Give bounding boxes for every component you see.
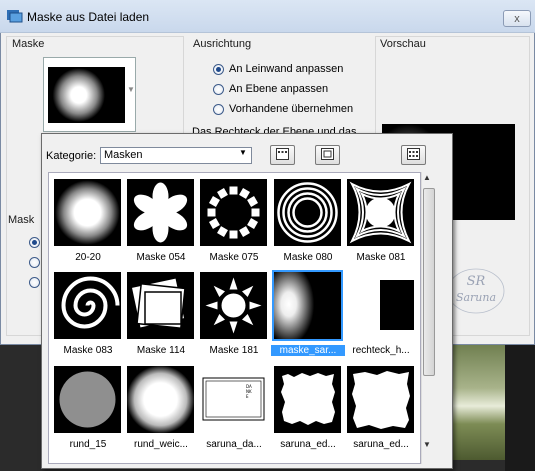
mask-item-label: Maske 080 — [283, 252, 333, 263]
concentric-circles-icon — [274, 179, 341, 246]
radio-fit-layer[interactable] — [213, 84, 224, 95]
flower-icon — [127, 179, 194, 246]
radio-fit-layer-label: An Ebene anpassen — [229, 83, 329, 95]
scroll-thumb[interactable] — [423, 188, 435, 376]
category-dropdown[interactable]: Masken — [100, 147, 252, 164]
gradient-blur-icon — [274, 272, 341, 339]
mask-item-label: 20-20 — [75, 252, 101, 263]
soft-circle-icon — [127, 366, 194, 433]
stacked-frames-icon — [127, 272, 194, 339]
sun-icon — [200, 272, 267, 339]
mask-item-label: saruna_ed... — [280, 439, 336, 450]
scroll-up-icon[interactable]: ▲ — [423, 173, 431, 182]
mask-item-075[interactable]: Maske 075 — [200, 179, 270, 272]
ornamental-frame-icon — [347, 179, 414, 246]
background-photo — [448, 340, 510, 460]
background-dark-area — [505, 340, 535, 471]
app-icon — [7, 9, 23, 23]
close-icon: x — [514, 12, 520, 25]
mask-item-083[interactable]: Maske 083 — [54, 272, 124, 365]
radio-fit-canvas[interactable] — [213, 64, 224, 75]
rough-edge-icon — [274, 366, 341, 433]
mask-item-label: Maske 075 — [209, 252, 259, 263]
view-details-button[interactable] — [315, 145, 340, 165]
mask-item-081[interactable]: Maske 081 — [347, 179, 417, 272]
rectangle-icon — [347, 272, 414, 339]
mask-item-114[interactable]: Maske 114 — [127, 272, 197, 365]
chevron-down-icon[interactable]: ▼ — [239, 148, 247, 157]
mask-item-label: Maske 083 — [63, 345, 113, 356]
preview-group-label: Vorschau — [380, 38, 426, 50]
watermark-logo: SR Saruna — [446, 266, 506, 316]
close-button[interactable]: x — [503, 10, 531, 27]
watermark-initials: SR — [466, 274, 486, 289]
mask-item-label: rechteck_h... — [352, 345, 410, 356]
gray-circle-icon — [54, 366, 121, 433]
list-icon — [407, 147, 420, 163]
mask-item-label: Maske 181 — [209, 345, 259, 356]
view-thumbnails-button[interactable] — [270, 145, 295, 165]
mask-item-saruna-edge-2[interactable]: saruna_ed... — [347, 366, 417, 459]
mask-item-rechteck[interactable]: rechteck_h... — [347, 272, 417, 365]
radio-lower-3[interactable] — [29, 277, 40, 288]
alignment-group-label: Ausrichtung — [193, 38, 252, 50]
mask-group-label: Maske — [12, 38, 45, 50]
radio-lower-2[interactable] — [29, 257, 40, 268]
mask-item-label: saruna_da... — [206, 439, 262, 450]
mask-item-saruna-danke[interactable]: DANKE saruna_da... — [200, 366, 270, 459]
radio-fit-canvas-label: An Leinwand anpassen — [229, 63, 344, 75]
mask-item-080[interactable]: Maske 080 — [274, 179, 344, 272]
mask-item-rund-weich[interactable]: rund_weic... — [127, 366, 197, 459]
mask-item-label: Maske 114 — [136, 345, 186, 356]
radio-keep-existing-label: Vorhandene übernehmen — [229, 103, 354, 115]
window-title: Maske aus Datei laden — [27, 10, 150, 24]
mask-item-181[interactable]: Maske 181 — [200, 272, 270, 365]
mask-item-20-20[interactable]: 20-20 — [54, 179, 124, 272]
mask-item-label: saruna_ed... — [353, 439, 409, 450]
rough-edge-icon-2 — [347, 366, 414, 433]
framed-text-icon: DANKE — [200, 366, 267, 433]
mask-preview-thumbnail — [48, 67, 125, 123]
mask-item-label: rund_weic... — [134, 439, 188, 450]
radial-circle-icon — [54, 179, 121, 246]
mask-item-label: rund_15 — [69, 439, 107, 450]
mask-item-label: maske_sar... — [271, 345, 345, 356]
category-label: Kategorie: — [46, 150, 97, 162]
thumbnails-icon — [276, 147, 289, 163]
radio-keep-existing[interactable] — [213, 104, 224, 115]
scroll-down-icon[interactable]: ▼ — [423, 440, 431, 449]
mask-item-label: Maske 054 — [136, 252, 186, 263]
watermark-name: Saruna — [455, 291, 497, 304]
thumb-text: DANKE — [246, 384, 252, 399]
chevron-down-icon[interactable]: ▼ — [127, 85, 135, 94]
mask-item-rund-15[interactable]: rund_15 — [54, 366, 124, 459]
mask-item-054[interactable]: Maske 054 — [127, 179, 197, 272]
mask-item-saruna-edge-1[interactable]: saruna_ed... — [274, 366, 344, 459]
dotted-ring-icon — [200, 179, 267, 246]
details-icon — [321, 147, 334, 163]
mask-item-label: Maske 081 — [356, 252, 406, 263]
view-list-button[interactable] — [401, 145, 426, 165]
radio-lower-1[interactable] — [29, 237, 40, 248]
spiral-icon — [54, 272, 121, 339]
mask-lower-label: Mask — [8, 214, 35, 226]
mask-item-maske-saruna[interactable]: maske_sar... — [271, 270, 345, 365]
